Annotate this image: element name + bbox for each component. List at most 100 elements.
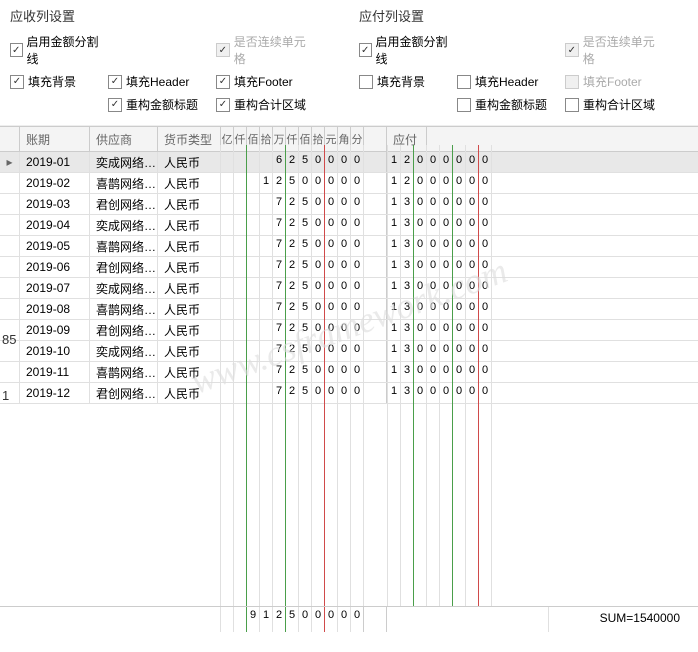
cell-supplier[interactable]: 喜鹊网络… bbox=[90, 236, 158, 256]
digit-cell: 0 bbox=[413, 362, 426, 382]
settings-row: 应收列设置 启用金额分割线 是否连续单元格 填充背景 填充Header 填充Fo… bbox=[0, 0, 698, 126]
digit-cell bbox=[233, 362, 246, 382]
table-row[interactable]: ▸2019-01奕成网络…人民币 625000012000000 bbox=[0, 152, 698, 173]
digit-cell: 5 bbox=[298, 320, 311, 340]
table-row[interactable]: 2019-10奕成网络…人民币 725000013000000 bbox=[0, 341, 698, 362]
table-row[interactable]: 2019-02喜鹊网络…人民币 1250000012000000 bbox=[0, 173, 698, 194]
cell-supplier[interactable]: 奕成网络… bbox=[90, 341, 158, 361]
header-currency[interactable]: 货币类型 bbox=[158, 127, 220, 151]
digit-cell: 0 bbox=[465, 362, 478, 382]
cb-pay-amount-split[interactable] bbox=[359, 43, 372, 57]
cell-period[interactable]: 2019-09 bbox=[20, 320, 90, 340]
cb-recv-fill-bg[interactable] bbox=[10, 75, 24, 89]
table-row[interactable]: 2019-09君创网络…人民币 725000013000000 bbox=[0, 320, 698, 341]
cell-currency[interactable]: 人民币 bbox=[158, 257, 220, 277]
digit-cell: 2 bbox=[285, 278, 298, 298]
digit-cell: 0 bbox=[452, 215, 465, 235]
cell-currency[interactable]: 人民币 bbox=[158, 299, 220, 319]
digit-cell bbox=[233, 173, 246, 193]
cell-supplier[interactable]: 奕成网络… bbox=[90, 278, 158, 298]
header-period[interactable]: 账期 bbox=[20, 127, 90, 151]
digit-cell: 0 bbox=[324, 383, 337, 403]
cell-period[interactable]: 2019-10 bbox=[20, 341, 90, 361]
row-indicator bbox=[0, 194, 20, 214]
table-row[interactable]: 2019-11喜鹊网络…人民币 725000013000000 bbox=[0, 362, 698, 383]
header-payable[interactable]: 应付 bbox=[387, 127, 427, 151]
cell-currency[interactable]: 人民币 bbox=[158, 278, 220, 298]
left-label-85: 85 bbox=[2, 332, 16, 347]
cell-period[interactable]: 2019-05 bbox=[20, 236, 90, 256]
digit-cell: 2 bbox=[285, 341, 298, 361]
digit-cell: 0 bbox=[426, 194, 439, 214]
cell-period[interactable]: 2019-04 bbox=[20, 215, 90, 235]
recv-digit-headers: 亿仟佰拾万仟佰拾元角分 bbox=[220, 127, 363, 151]
cell-supplier[interactable]: 喜鹊网络… bbox=[90, 362, 158, 382]
cb-pay-fill-footer bbox=[565, 75, 579, 89]
table-row[interactable]: 2019-12君创网络…人民币 725000013000000 bbox=[0, 383, 698, 404]
digit-cell bbox=[246, 236, 259, 256]
header-supplier[interactable]: 供应商 bbox=[90, 127, 158, 151]
digit-cell: 5 bbox=[298, 152, 311, 172]
cell-currency[interactable]: 人民币 bbox=[158, 194, 220, 214]
cb-pay-rebuild-title[interactable] bbox=[457, 98, 471, 112]
digit-cell: 2 bbox=[285, 299, 298, 319]
table-row[interactable]: 2019-06君创网络…人民币 725000013000000 bbox=[0, 257, 698, 278]
digit-cell: 0 bbox=[439, 257, 452, 277]
cb-recv-amount-split[interactable] bbox=[10, 43, 23, 57]
digit-cell: 0 bbox=[439, 320, 452, 340]
cell-supplier[interactable]: 君创网络… bbox=[90, 257, 158, 277]
digit-cell: 1 bbox=[387, 194, 400, 214]
cell-period[interactable]: 2019-06 bbox=[20, 257, 90, 277]
cb-pay-fill-bg[interactable] bbox=[359, 75, 373, 89]
table-row[interactable]: 2019-04奕成网络…人民币 725000013000000 bbox=[0, 215, 698, 236]
table-row[interactable]: 2019-07奕成网络…人民币 725000013000000 bbox=[0, 278, 698, 299]
cell-period[interactable]: 2019-08 bbox=[20, 299, 90, 319]
digit-cell: 0 bbox=[465, 278, 478, 298]
cell-period[interactable]: 2019-11 bbox=[20, 362, 90, 382]
digit-cell: 1 bbox=[387, 152, 400, 172]
cb-recv-fill-footer[interactable] bbox=[216, 75, 230, 89]
cell-currency[interactable]: 人民币 bbox=[158, 341, 220, 361]
grid-header: 账期 供应商 货币类型 亿仟佰拾万仟佰拾元角分 应付 bbox=[0, 126, 698, 152]
cb-pay-fill-header[interactable] bbox=[457, 75, 471, 89]
table-row[interactable]: 2019-05喜鹊网络…人民币 725000013000000 bbox=[0, 236, 698, 257]
cell-currency[interactable]: 人民币 bbox=[158, 320, 220, 340]
cell-period[interactable]: 2019-07 bbox=[20, 278, 90, 298]
cell-supplier[interactable]: 君创网络… bbox=[90, 383, 158, 403]
cell-currency[interactable]: 人民币 bbox=[158, 383, 220, 403]
cell-period[interactable]: 2019-03 bbox=[20, 194, 90, 214]
digit-cell: 0 bbox=[439, 194, 452, 214]
cb-recv-fill-header[interactable] bbox=[108, 75, 122, 89]
cell-currency[interactable]: 人民币 bbox=[158, 152, 220, 172]
cell-supplier[interactable]: 喜鹊网络… bbox=[90, 299, 158, 319]
cb-recv-rebuild-title[interactable] bbox=[108, 98, 122, 112]
cell-currency[interactable]: 人民币 bbox=[158, 362, 220, 382]
cell-currency[interactable]: 人民币 bbox=[158, 173, 220, 193]
digit-cell bbox=[246, 152, 259, 172]
cb-recv-rebuild-sum[interactable] bbox=[216, 98, 230, 112]
cell-period[interactable]: 2019-12 bbox=[20, 383, 90, 403]
digit-cell bbox=[233, 299, 246, 319]
digit-cell bbox=[246, 362, 259, 382]
cell-supplier[interactable]: 喜鹊网络… bbox=[90, 173, 158, 193]
cell-supplier[interactable]: 君创网络… bbox=[90, 320, 158, 340]
digit-cell: 0 bbox=[413, 194, 426, 214]
table-row[interactable]: 2019-03君创网络…人民币 725000013000000 bbox=[0, 194, 698, 215]
digit-cell: 0 bbox=[413, 152, 426, 172]
digit-cell bbox=[259, 362, 272, 382]
cell-supplier[interactable]: 奕成网络… bbox=[90, 215, 158, 235]
cell-supplier[interactable]: 君创网络… bbox=[90, 194, 158, 214]
cell-currency[interactable]: 人民币 bbox=[158, 236, 220, 256]
cell-supplier[interactable]: 奕成网络… bbox=[90, 152, 158, 172]
footer-digit: 2 bbox=[272, 607, 285, 632]
digit-cell bbox=[220, 236, 233, 256]
cb-recv-continuous bbox=[216, 43, 230, 57]
cell-currency[interactable]: 人民币 bbox=[158, 215, 220, 235]
table-row[interactable]: 2019-08喜鹊网络…人民币 725000013000000 bbox=[0, 299, 698, 320]
digit-cell: 0 bbox=[413, 299, 426, 319]
cell-period[interactable]: 2019-01 bbox=[20, 152, 90, 172]
digit-cell: 0 bbox=[350, 215, 363, 235]
digit-cell: 0 bbox=[439, 383, 452, 403]
cell-period[interactable]: 2019-02 bbox=[20, 173, 90, 193]
cb-pay-rebuild-sum[interactable] bbox=[565, 98, 579, 112]
